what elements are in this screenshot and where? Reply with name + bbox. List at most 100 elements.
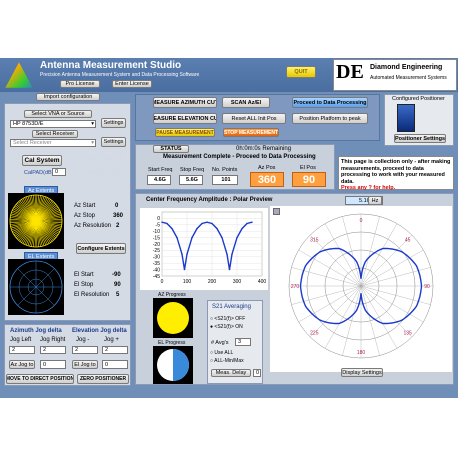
el-jog-to-input[interactable]: 0 (102, 360, 128, 369)
az-resolution-label: Az Resolution (74, 223, 112, 229)
az-jog-left-select[interactable]: 2 (9, 346, 35, 354)
el-progress-gauge (153, 346, 193, 384)
polar-angle-label: 270 (291, 284, 300, 290)
polar-angle-label: 135 (403, 331, 412, 337)
unit-select[interactable]: Hz (368, 196, 382, 205)
chart-y-tick: -40 (153, 267, 160, 273)
polar-angle-label: 180 (357, 350, 366, 356)
az-pos-label: Az Pos (258, 165, 276, 171)
start-freq-label: Start Freq (148, 167, 173, 173)
el-jog-plus-select[interactable]: 2 (102, 346, 128, 354)
meas-delay-button[interactable]: Meas. Delay (211, 369, 251, 377)
el-jog-to-button[interactable]: El Jog to (72, 360, 98, 369)
use-all-radio[interactable]: ○ Use ALL (210, 350, 233, 356)
company-name: Diamond Engineering (370, 64, 443, 71)
pro-license-button[interactable]: Pro License (60, 80, 100, 88)
avg-label: # Avg's (211, 340, 229, 346)
import-config-button[interactable]: Import configuration (36, 93, 100, 101)
el-jog-minus-select[interactable]: 2 (72, 346, 98, 354)
npoints-value: 101 (212, 175, 238, 185)
proceed-data-processing-button[interactable]: Proceed to Data Processing (292, 97, 368, 108)
el-extents-plot (8, 259, 64, 315)
avg-input[interactable]: 3 (235, 338, 251, 346)
chart-y-tick: -45 (153, 274, 160, 280)
el-resolution-value: 5 (116, 292, 120, 298)
quit-button[interactable]: QUIT (286, 66, 316, 78)
chart-y-tick: -30 (153, 255, 160, 261)
measure-elevation-button[interactable]: MEASURE ELEVATION CUT (153, 113, 217, 124)
scalar-status: Scalar Of (86, 156, 124, 164)
az-resolution-value: 2 (116, 223, 120, 229)
pause-measurement-button[interactable]: PAUSE MEASUREMENT (155, 128, 215, 137)
el-pos-value: 90 (292, 172, 326, 187)
stop-freq-value: 5.6G (179, 175, 203, 185)
polar-angle-label: 0 (360, 218, 363, 224)
cal-system-button[interactable]: Cal System (22, 155, 62, 166)
vna-settings-button[interactable]: Settings (101, 118, 126, 128)
npoints-label: No. Points (212, 167, 238, 173)
az-extents-plot (8, 193, 64, 249)
move-direct-position-button[interactable]: MOVE TO DIRECT POSITION (6, 374, 74, 384)
positioner-title: Configured Positioner (392, 96, 445, 102)
el-resolution-label: El Resolution (74, 292, 110, 298)
receiver-settings-button[interactable]: Settings (101, 137, 126, 147)
chart-x-tick: 300 (233, 279, 242, 285)
az-start-value: 0 (115, 203, 119, 209)
app-subtitle: Precision Antenna Measurement System and… (40, 72, 200, 78)
all-minmax-radio[interactable]: ○ ALL-Min/Max (210, 358, 244, 364)
configure-extents-button[interactable]: Configure Extents (76, 243, 126, 254)
polar-angle-label: 315 (310, 237, 319, 243)
zero-positioner-button[interactable]: ZERO POSITIONER (77, 374, 129, 384)
az-stop-label: Az Stop (74, 213, 96, 219)
az-jog-right-select[interactable]: 2 (40, 346, 66, 354)
s21-on-radio[interactable]: ● <S21(f)> ON (210, 324, 243, 330)
meas-delay-input[interactable]: 0 (253, 369, 261, 377)
chart-y-tick: -35 (153, 261, 160, 267)
chart-y-tick: -5 (156, 223, 161, 229)
chart-y-tick: -20 (153, 242, 160, 248)
el-stop-value: 90 (114, 282, 121, 288)
az-stop-value: 360 (113, 213, 124, 219)
chart-x-tick: 0 (161, 279, 164, 285)
el-stop-label: El Stop (74, 282, 94, 288)
plot-title: Center Frequency Amplitude : Polar Previ… (146, 197, 273, 203)
vna-select[interactable]: HP 8753D/E ▾ (10, 120, 96, 128)
help-hint: Press any ? for help. (341, 185, 396, 192)
jog-plus-label: Jog + (104, 337, 119, 343)
reset-init-pos-button[interactable]: Reset ALL Init Pos (222, 113, 286, 124)
stop-measurement-button[interactable]: STOP MEASUREMENT (223, 128, 279, 137)
status-label: STATUS (153, 145, 189, 153)
el-jog-title: Elevation Jog delta (72, 328, 127, 334)
scan-az-el-button[interactable]: SCAN Az/El (222, 97, 270, 108)
az-jog-to-input[interactable]: 0 (40, 360, 66, 369)
company-subtitle: Automated Measurement Systems (370, 75, 447, 81)
all-minmax-label: ALL-Min/Max (214, 358, 244, 364)
pmc-status: PMC&T OFF (86, 169, 119, 176)
enter-license-button[interactable]: Enter License (112, 80, 152, 88)
select-vna-button[interactable]: Select VNA or Source (24, 110, 92, 118)
info-note: This page is collection only - after mak… (338, 156, 454, 192)
select-receiver-button[interactable]: Select Receiver (32, 130, 78, 138)
positioner-image (397, 104, 415, 132)
az-progress-gauge (153, 298, 193, 338)
az-start-label: Az Start (74, 203, 96, 209)
chart-x-tick: 100 (183, 279, 192, 285)
display-settings-button[interactable]: Display Settings (341, 368, 383, 377)
polar-preview-plot: 0 45 90 135 180 225 270 315 (270, 206, 452, 372)
receiver-select[interactable]: Select Receiver ▾ (10, 139, 96, 147)
az-jog-to-button[interactable]: Az Jog to (9, 360, 35, 369)
el-start-label: El Start (74, 272, 94, 278)
receiver-select-value: Select Receiver (13, 140, 52, 146)
cal-pad-input[interactable]: 0 (52, 168, 66, 176)
corner-toggle-icon[interactable] (273, 208, 280, 215)
company-logo-mark: DE (336, 61, 364, 83)
polar-angle-label: 90 (424, 284, 430, 290)
positioner-settings-button[interactable]: Positioner Settings (394, 134, 446, 143)
chart-x-tick: 400 (258, 279, 267, 285)
s21-off-radio[interactable]: ○ <S21(f)> OFF (210, 316, 245, 322)
el-pos-label: El Pos (300, 165, 316, 171)
jog-minus-label: Jog - (76, 337, 90, 343)
position-platform-peak-button[interactable]: Position Platform to peak (292, 113, 368, 124)
measure-azimuth-button[interactable]: MEASURE AZIMUTH CUT (153, 97, 217, 108)
polar-angle-label: 45 (405, 237, 411, 243)
